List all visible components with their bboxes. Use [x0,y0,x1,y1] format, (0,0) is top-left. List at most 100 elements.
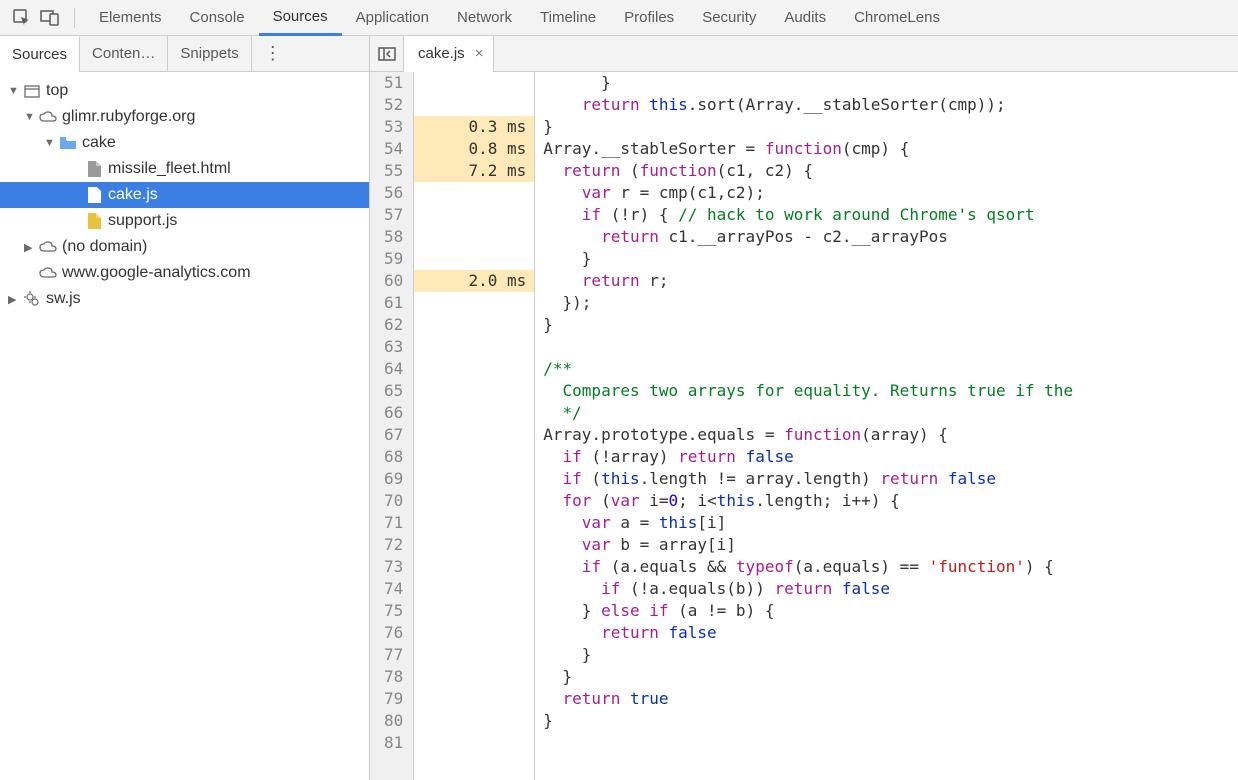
line-number[interactable]: 77 [370,644,413,666]
line-number[interactable]: 75 [370,600,413,622]
code-line[interactable]: } [535,644,1238,666]
code-line[interactable] [535,732,1238,754]
line-number[interactable]: 58 [370,226,413,248]
timing-cell [414,182,534,204]
code-line[interactable]: if (!array) return false [535,446,1238,468]
code-line[interactable]: } [535,72,1238,94]
timing-cell [414,204,534,226]
js-file-icon [84,213,104,229]
timing-cell [414,94,534,116]
line-number[interactable]: 72 [370,534,413,556]
line-number[interactable]: 78 [370,666,413,688]
editor-tab[interactable]: cake.js × [404,36,494,72]
panel-tab-profiles[interactable]: Profiles [610,0,688,36]
inspect-icon[interactable] [8,4,36,32]
line-number[interactable]: 71 [370,512,413,534]
line-number[interactable]: 54 [370,138,413,160]
more-icon[interactable]: ⋮ [252,43,294,64]
line-number[interactable]: 73 [370,556,413,578]
code-line[interactable]: Array.__stableSorter = function(cmp) { [535,138,1238,160]
tree-file[interactable]: support.js [0,208,369,234]
panel-tab-sources[interactable]: Sources [259,0,342,36]
panel-tab-elements[interactable]: Elements [85,0,176,36]
code-editor[interactable]: 5152535455565758596061626364656667686970… [370,72,1238,780]
line-number[interactable]: 67 [370,424,413,446]
tree-file[interactable]: missile_fleet.html [0,156,369,182]
line-number[interactable]: 74 [370,578,413,600]
tree-serviceworker[interactable]: ▶ sw.js [0,286,369,312]
code-line[interactable]: }); [535,292,1238,314]
line-number[interactable]: 80 [370,710,413,732]
panel-tab-security[interactable]: Security [688,0,770,36]
code-line[interactable] [535,336,1238,358]
line-number[interactable]: 69 [370,468,413,490]
panel-tab-network[interactable]: Network [443,0,526,36]
line-number[interactable]: 65 [370,380,413,402]
tree-file-selected[interactable]: cake.js [0,182,369,208]
line-number[interactable]: 57 [370,204,413,226]
code-line[interactable]: return false [535,622,1238,644]
line-number[interactable]: 63 [370,336,413,358]
code-line[interactable]: var b = array[i] [535,534,1238,556]
code-line[interactable]: } [535,314,1238,336]
line-number[interactable]: 66 [370,402,413,424]
code-line[interactable]: if (a.equals && typeof(a.equals) == 'fun… [535,556,1238,578]
line-number[interactable]: 53 [370,116,413,138]
code-line[interactable]: return true [535,688,1238,710]
panel-tab-console[interactable]: Console [176,0,259,36]
code-line[interactable]: } else if (a != b) { [535,600,1238,622]
code-line[interactable]: } [535,116,1238,138]
line-number[interactable]: 79 [370,688,413,710]
device-toggle-icon[interactable] [36,4,64,32]
chevron-down-icon: ▼ [8,85,22,97]
line-number[interactable]: 55 [370,160,413,182]
code-line[interactable]: Array.prototype.equals = function(array)… [535,424,1238,446]
toggle-navigator-icon[interactable] [370,36,404,72]
line-number[interactable]: 81 [370,732,413,754]
line-number[interactable]: 52 [370,94,413,116]
tree-domain[interactable]: ▼ glimr.rubyforge.org [0,104,369,130]
tree-folder[interactable]: ▼ cake [0,130,369,156]
code-line[interactable]: var a = this[i] [535,512,1238,534]
line-number[interactable]: 51 [370,72,413,94]
code-line[interactable]: */ [535,402,1238,424]
code-line[interactable]: return c1.__arrayPos - c2.__arrayPos [535,226,1238,248]
code-line[interactable]: } [535,248,1238,270]
panel-tab-chromelens[interactable]: ChromeLens [840,0,954,36]
tree-top[interactable]: ▼ top [0,78,369,104]
line-number[interactable]: 56 [370,182,413,204]
chevron-right-icon: ▶ [8,293,22,306]
code-line[interactable]: } [535,666,1238,688]
line-number[interactable]: 61 [370,292,413,314]
timing-cell: 7.2 ms [414,160,534,182]
panel-tab-audits[interactable]: Audits [770,0,840,36]
sidebar-tab[interactable]: Sources [0,36,80,72]
panel-tab-timeline[interactable]: Timeline [526,0,610,36]
code-line[interactable]: if (!r) { // hack to work around Chrome'… [535,204,1238,226]
code-line[interactable]: return this.sort(Array.__stableSorter(cm… [535,94,1238,116]
timing-cell [414,512,534,534]
line-number[interactable]: 59 [370,248,413,270]
code-line[interactable]: return r; [535,270,1238,292]
line-number[interactable]: 60 [370,270,413,292]
tree-domain[interactable]: ▶ www.google-analytics.com [0,260,369,286]
line-number[interactable]: 70 [370,490,413,512]
code-line[interactable]: var r = cmp(c1,c2); [535,182,1238,204]
code-line[interactable]: } [535,710,1238,732]
code-line[interactable]: return (function(c1, c2) { [535,160,1238,182]
code-line[interactable]: Compares two arrays for equality. Return… [535,380,1238,402]
tree-domain[interactable]: ▶ (no domain) [0,234,369,260]
code-content[interactable]: } return this.sort(Array.__stableSorter(… [535,72,1238,780]
line-number[interactable]: 68 [370,446,413,468]
line-number[interactable]: 76 [370,622,413,644]
code-line[interactable]: /** [535,358,1238,380]
code-line[interactable]: for (var i=0; i<this.length; i++) { [535,490,1238,512]
sidebar-tab[interactable]: Conten… [80,36,168,72]
code-line[interactable]: if (!a.equals(b)) return false [535,578,1238,600]
close-icon[interactable]: × [475,45,484,62]
code-line[interactable]: if (this.length != array.length) return … [535,468,1238,490]
sidebar-tab[interactable]: Snippets [168,36,251,72]
line-number[interactable]: 62 [370,314,413,336]
line-number[interactable]: 64 [370,358,413,380]
panel-tab-application[interactable]: Application [342,0,443,36]
